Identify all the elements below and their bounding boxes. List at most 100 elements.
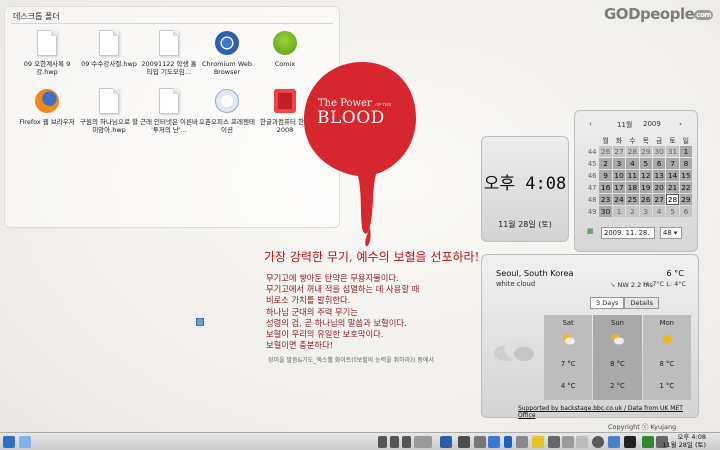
- calendar-day-cell[interactable]: 3: [639, 206, 652, 217]
- kde-menu-icon[interactable]: [3, 436, 15, 448]
- calendar-year[interactable]: 2009: [643, 120, 661, 128]
- desktop-file-7[interactable]: 근래 인터넷은 이른바 '투저의 난'...: [139, 87, 199, 134]
- calendar-date-input[interactable]: 2009. 11. 28.: [601, 227, 655, 239]
- tray-monitor-icon[interactable]: [458, 436, 470, 448]
- calendar-day-cell[interactable]: 11: [626, 170, 639, 181]
- week-number: 44: [587, 147, 597, 156]
- desktop-file-0[interactable]: 09 오한계사록 9강.hwp: [17, 29, 77, 76]
- next-month-icon[interactable]: ›: [679, 120, 682, 128]
- week-number: 47: [587, 183, 597, 192]
- calendar-day-cell[interactable]: 26: [639, 194, 652, 205]
- tray-keyboard-icon[interactable]: [474, 436, 486, 448]
- desktop-file-6[interactable]: 구원의 하나님으로 할미암아.hwp: [79, 87, 139, 134]
- calendar-month[interactable]: 11월: [617, 120, 632, 130]
- calendar-day-cell[interactable]: 7: [666, 158, 679, 169]
- calendar-grid: 월 화 수 목 금 토 일 44 26 27 28 29 30 31 1 45 2 3 4 5 6 7 8 46…: [585, 133, 693, 218]
- calendar-day-cell[interactable]: 2: [599, 158, 612, 169]
- calendar-day-cell[interactable]: 20: [652, 182, 666, 193]
- calendar-day-cell[interactable]: 28: [626, 146, 639, 157]
- godpeople-logo: GODpeople com: [604, 5, 714, 23]
- calendar-week-select[interactable]: 48 ▾: [660, 227, 682, 239]
- calendar-day-cell[interactable]: 31: [666, 146, 679, 157]
- calendar-day-cell[interactable]: 29: [679, 194, 693, 205]
- pager-desktop-2[interactable]: [390, 436, 399, 448]
- calendar-day-cell[interactable]: 22: [679, 182, 693, 193]
- tray-update-icon[interactable]: [576, 436, 588, 448]
- calendar-day-cell[interactable]: 4: [626, 158, 639, 169]
- calendar-day-cell[interactable]: 9: [599, 170, 612, 181]
- desktop-file-2[interactable]: 20091122 학생 홀티입 기도모임...: [139, 29, 199, 76]
- prev-month-icon[interactable]: ‹: [589, 120, 592, 128]
- tray-window-icon[interactable]: [608, 436, 620, 448]
- calendar-day-cell[interactable]: 16: [599, 182, 612, 193]
- calendar-day-cell[interactable]: 2: [626, 206, 639, 217]
- tab-details[interactable]: Details: [624, 297, 659, 309]
- calendar-day-cell[interactable]: 23: [599, 194, 612, 205]
- calendar-day-cell[interactable]: 12: [639, 170, 652, 181]
- bluetooth-icon[interactable]: [504, 436, 512, 448]
- tray-network-icon[interactable]: [488, 436, 500, 448]
- partly-cloudy-icon: [563, 334, 576, 345]
- calendar-day-cell[interactable]: 3: [612, 158, 626, 169]
- calendar-day-cell[interactable]: 25: [626, 194, 639, 205]
- desktop-file-5[interactable]: Firefox 웹 브라우저: [17, 87, 77, 126]
- calendar-day-cell[interactable]: 4: [652, 206, 666, 217]
- weather-widget[interactable]: Seoul, South Korea white cloud 6 °C H: 7…: [481, 254, 699, 419]
- pager-desktop-4[interactable]: [414, 436, 432, 448]
- document-icon: [159, 88, 179, 114]
- calendar-day-cell[interactable]: 13: [652, 170, 666, 181]
- pager-desktop-3[interactable]: [402, 436, 411, 448]
- calendar-day-cell[interactable]: 5: [639, 158, 652, 169]
- calendar-today-cell[interactable]: 28: [666, 194, 679, 205]
- small-image-icon[interactable]: [196, 318, 204, 326]
- desktop-file-8[interactable]: 오픈오피스 프레젠테이션: [197, 87, 257, 134]
- desktop-folder-widget[interactable]: 데스크톱 폴더 09 오한계사록 9강.hwp 09 수수강사절.hwp 200…: [4, 6, 340, 228]
- file-label: 09 오한계사록 9강.hwp: [23, 60, 71, 76]
- calendar-day-cell[interactable]: 26: [599, 146, 612, 157]
- brand-name: GODpeople: [604, 5, 695, 23]
- show-desktop-icon[interactable]: [19, 436, 31, 448]
- calendar-day-cell[interactable]: 1: [679, 146, 693, 157]
- calendar-day-cell[interactable]: 5: [666, 206, 679, 217]
- tray-settings-icon[interactable]: [562, 436, 574, 448]
- volume-icon[interactable]: [548, 436, 560, 448]
- calendar-day-cell[interactable]: 29: [639, 146, 652, 157]
- tray-clipboard-icon[interactable]: [516, 436, 528, 448]
- calendar-day-cell[interactable]: 30: [652, 146, 666, 157]
- calendar-day-cell[interactable]: 1: [612, 206, 626, 217]
- calendar-day-cell[interactable]: 19: [639, 182, 652, 193]
- tray-notes-icon[interactable]: [532, 436, 544, 448]
- calendar-day-cell[interactable]: 14: [666, 170, 679, 181]
- info-icon[interactable]: [592, 436, 604, 448]
- file-label: Firefox 웹 브라우저: [19, 118, 75, 126]
- calendar-day-cell[interactable]: 27: [612, 146, 626, 157]
- file-label: 구원의 하나님으로 할미암아.hwp: [80, 118, 138, 134]
- tray-battery-icon[interactable]: [624, 436, 636, 448]
- calendar-day-cell[interactable]: 15: [679, 170, 693, 181]
- taskbar-clock[interactable]: 오후 4:08 11월 28일 (토): [662, 433, 706, 449]
- weather-credit-link[interactable]: Supported by backstage.bbc.co.uk / Data …: [518, 405, 698, 419]
- calendar-day-cell[interactable]: 24: [612, 194, 626, 205]
- calendar-today-icon[interactable]: ▦: [587, 227, 593, 235]
- calendar-day-cell[interactable]: 10: [612, 170, 626, 181]
- calendar-day-cell[interactable]: 6: [652, 158, 666, 169]
- tray-green-icon[interactable]: [642, 436, 654, 448]
- week-number: 46: [587, 171, 597, 180]
- calendar-day-cell[interactable]: 27: [652, 194, 666, 205]
- calendar-day-cell[interactable]: 21: [666, 182, 679, 193]
- pager-desktop-1[interactable]: [378, 436, 387, 448]
- calendar-day-cell[interactable]: 6: [679, 206, 693, 217]
- desktop-file-1[interactable]: 09 수수강사절.hwp: [79, 29, 139, 68]
- digital-clock-widget[interactable]: 오후 4:08 11월 28일 (토): [481, 136, 569, 242]
- tab-3days[interactable]: 3 Days: [590, 297, 625, 309]
- tray-app-icon[interactable]: [440, 436, 452, 448]
- weekday-label: 토: [669, 136, 676, 145]
- calendar-day-cell[interactable]: 18: [626, 182, 639, 193]
- desktop-file-3[interactable]: Chromium Web Browser: [197, 29, 257, 76]
- calendar-day-cell[interactable]: 17: [612, 182, 626, 193]
- calendar-day-cell[interactable]: 8: [679, 158, 693, 169]
- calendar-widget[interactable]: ‹ 11월 2009 › 월 화 수 목 금 토 일 44 26 27 28 29 30 3…: [574, 110, 698, 252]
- calendar-day-cell[interactable]: 30: [599, 206, 612, 217]
- hangul-icon: [274, 89, 296, 113]
- taskbar: 오후 4:08 11월 28일 (토): [0, 432, 720, 450]
